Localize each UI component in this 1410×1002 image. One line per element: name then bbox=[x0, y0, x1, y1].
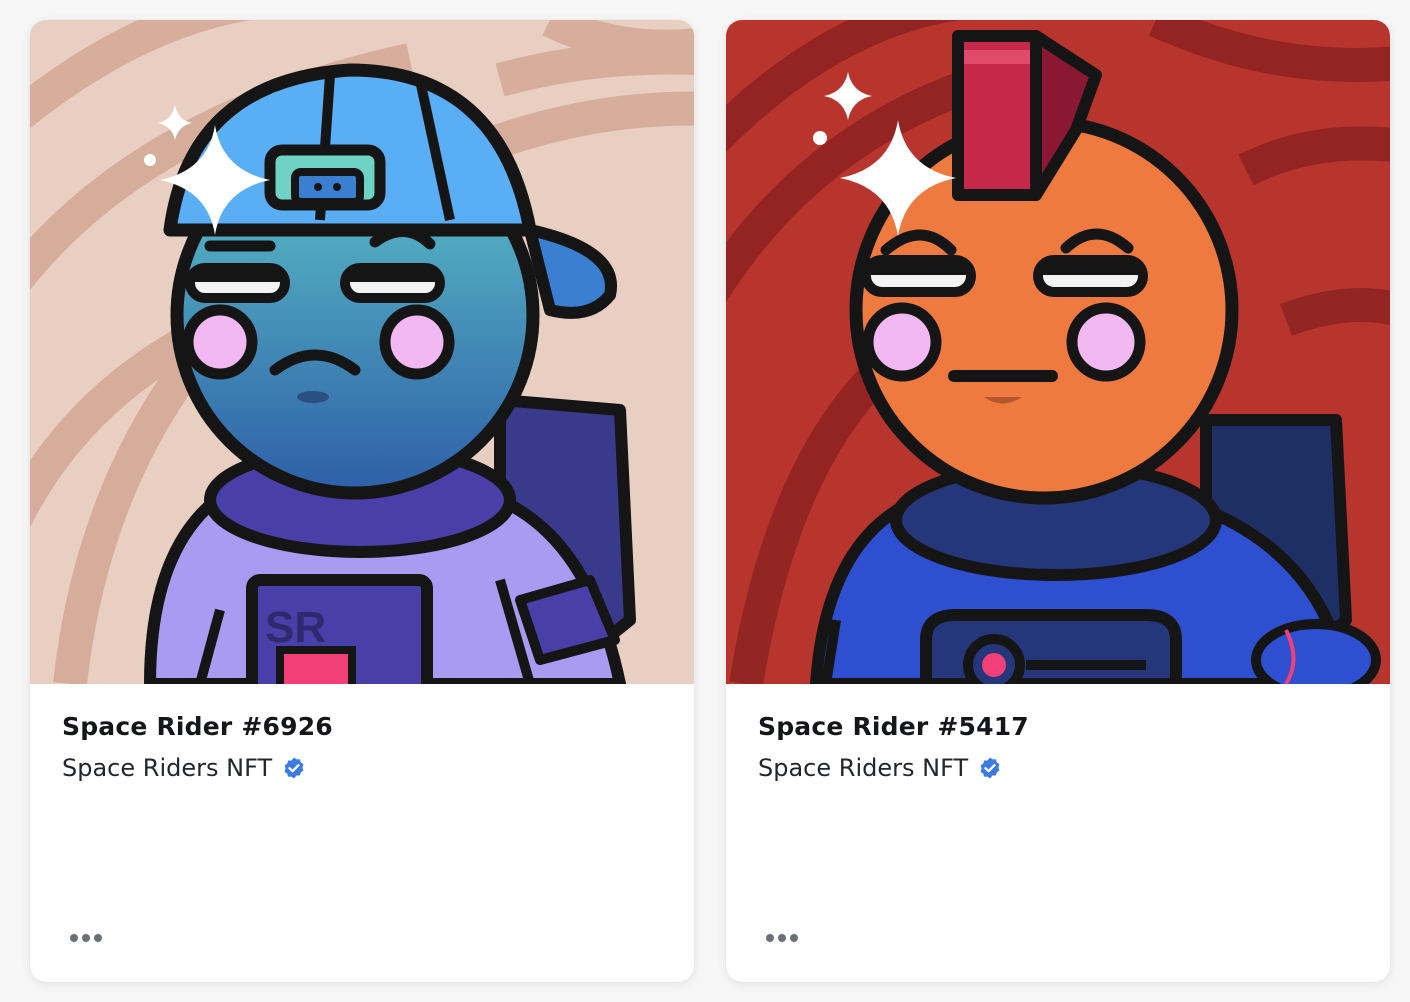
card-info: Space Rider #5417 Space Riders NFT bbox=[758, 710, 1358, 784]
nft-grid: SR Space Rider #6926 Space Riders NFT Sp… bbox=[0, 0, 1410, 1002]
more-dot bbox=[94, 934, 102, 942]
more-options-button[interactable] bbox=[764, 930, 800, 946]
card-info: Space Rider #6926 Space Riders NFT bbox=[62, 710, 662, 784]
nft-artwork-image[interactable]: SR bbox=[30, 20, 694, 684]
more-horizontal-icon bbox=[766, 934, 774, 942]
more-horizontal-icon bbox=[70, 934, 78, 942]
more-dot bbox=[790, 934, 798, 942]
more-dot bbox=[82, 934, 90, 942]
verified-badge-icon bbox=[284, 757, 304, 779]
nft-title[interactable]: Space Rider #6926 bbox=[62, 710, 662, 744]
verified-badge-icon bbox=[980, 757, 1000, 779]
collection-row[interactable]: Space Riders NFT bbox=[758, 752, 1358, 784]
more-options-button[interactable] bbox=[68, 930, 104, 946]
collection-name[interactable]: Space Riders NFT bbox=[758, 752, 968, 784]
nft-artwork-image[interactable] bbox=[726, 20, 1390, 684]
nft-card[interactable]: Space Rider #5417 Space Riders NFT bbox=[726, 20, 1390, 982]
nft-title[interactable]: Space Rider #5417 bbox=[758, 710, 1358, 744]
more-dot bbox=[778, 934, 786, 942]
collection-name[interactable]: Space Riders NFT bbox=[62, 752, 272, 784]
collection-row[interactable]: Space Riders NFT bbox=[62, 752, 662, 784]
svg-text:SR: SR bbox=[265, 603, 326, 652]
nft-card[interactable]: SR Space Rider #6926 Space Riders NFT bbox=[30, 20, 694, 982]
